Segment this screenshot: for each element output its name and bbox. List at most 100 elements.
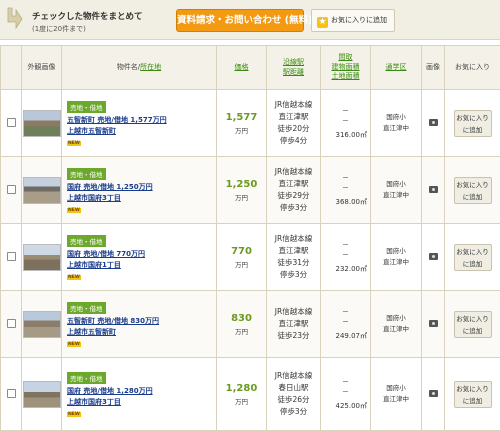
school-district: 国府小 直江津中 xyxy=(370,290,422,358)
sort-land-area-link[interactable]: 土地面積 xyxy=(332,72,360,80)
price-value: 1,577 xyxy=(225,111,258,123)
bulk-action-limit: (1度に20件まで) xyxy=(32,25,86,33)
property-photo[interactable] xyxy=(22,243,61,271)
station-info: JR信越本線 直江津駅徒歩29分停歩3分 xyxy=(266,156,321,224)
add-favorite-button[interactable]: お気に入り に追加 xyxy=(453,310,492,338)
photo-icon[interactable] xyxy=(428,319,438,327)
elementary-school: 国府小 xyxy=(386,113,406,121)
stop-walk: 停歩3分 xyxy=(279,270,308,279)
walk-time: 徒歩29分 xyxy=(277,191,310,200)
photo-icon[interactable] xyxy=(428,118,438,126)
price-unit: 万円 xyxy=(235,260,248,269)
property-address-link[interactable]: 上越市国府3丁目 xyxy=(67,397,216,408)
col-checkbox xyxy=(0,45,22,90)
property-address-link[interactable]: 上越市五智新町 xyxy=(67,327,216,338)
sort-address-link[interactable]: 所在地 xyxy=(140,63,161,71)
row-checkbox[interactable] xyxy=(6,251,16,261)
new-badge: NEW xyxy=(67,274,81,280)
add-favorite-button[interactable]: お気に入り に追加 xyxy=(453,380,492,408)
add-favorite-label: お気に入り xyxy=(456,247,489,256)
elementary-school: 国府小 xyxy=(386,314,406,322)
sort-price-link[interactable]: 価格 xyxy=(216,45,267,90)
table-row: 売地・借地 国府 売地/借地 1,250万円 上越市国府3丁目 NEW 1,25… xyxy=(0,156,500,224)
land-area-value: 368.00㎡ xyxy=(335,198,368,206)
property-photo[interactable] xyxy=(22,109,61,137)
row-checkbox[interactable] xyxy=(6,117,16,127)
table-row: 売地・借地 五智新町 売地/借地 1,577万円 上越市五智新町 NEW 1,5… xyxy=(0,89,500,157)
property-address-link[interactable]: 上越市国府1丁目 xyxy=(67,260,216,271)
building-area-value: － xyxy=(342,251,349,259)
photo-icon[interactable] xyxy=(428,252,438,260)
new-badge: NEW xyxy=(67,207,81,213)
junior-high-school: 直江津中 xyxy=(383,191,409,199)
new-badge: NEW xyxy=(67,341,81,347)
add-favorite-button[interactable]: お気に入り に追加 xyxy=(453,243,492,271)
elementary-school: 国府小 xyxy=(386,247,406,255)
photo-icon[interactable] xyxy=(428,185,438,193)
walk-time: 徒歩20分 xyxy=(277,124,310,133)
price-value: 830 xyxy=(231,312,252,324)
station-info: JR信越本線 直江津駅 徒歩20分 停歩4分 xyxy=(266,89,321,157)
sort-station-link[interactable]: 沿線駅 xyxy=(283,58,304,66)
col-photo: 画像 xyxy=(421,45,445,90)
building-area-value: － xyxy=(342,318,349,326)
walk-time: 徒歩23分 xyxy=(277,331,310,340)
corner-arrow-icon xyxy=(7,7,23,30)
stop-walk: 停歩3分 xyxy=(279,407,308,416)
row-checkbox[interactable] xyxy=(6,388,16,398)
property-title-link[interactable]: 五智新町 売地/借地 830万円 xyxy=(67,316,216,327)
layout-value: － xyxy=(342,107,349,115)
elementary-school: 国府小 xyxy=(386,384,406,392)
new-badge: NEW xyxy=(67,140,81,146)
table-row: 売地・借地 国府 売地/借地 1,280万円 上越市国府3丁目 NEW 1,28… xyxy=(0,357,500,431)
add-favorite-label-2: に追加 xyxy=(462,326,483,335)
add-favorites-button[interactable]: ★ お気に入りに追加 xyxy=(311,9,395,32)
property-title-link[interactable]: 国府 売地/借地 1,280万円 xyxy=(67,386,216,397)
photo-icon[interactable] xyxy=(428,389,438,397)
layout-value: － xyxy=(342,378,349,386)
station-line: JR信越本線 xyxy=(274,167,313,176)
add-favorite-button[interactable]: お気に入り に追加 xyxy=(453,176,492,204)
stop-walk: 停歩3分 xyxy=(279,203,308,212)
building-area-value: － xyxy=(342,184,349,192)
col-name: 物件名/所在地 xyxy=(61,45,217,90)
property-address-link[interactable]: 上越市五智新町 xyxy=(67,126,216,137)
sort-building-area-link[interactable]: 建物面積 xyxy=(332,63,360,71)
add-favorite-label-2: に追加 xyxy=(462,192,483,201)
layout-value: － xyxy=(342,241,349,249)
sort-layout-link[interactable]: 間取 xyxy=(339,53,353,61)
layout-value: － xyxy=(342,308,349,316)
property-table: 外観画像 物件名/所在地 価格 沿線駅 駅距離 間取 建物面積 土地面積 通学区 画像… xyxy=(0,45,500,431)
property-title-link[interactable]: 国府 売地/借地 770万円 xyxy=(67,249,216,260)
station-name: 直江津駅 xyxy=(278,112,309,121)
property-address-link[interactable]: 上越市国府3丁目 xyxy=(67,193,216,204)
add-favorites-label: お気に入りに追加 xyxy=(331,16,387,24)
category-badge: 売地・借地 xyxy=(67,234,106,247)
col-name-label: 物件名/ xyxy=(116,62,141,71)
add-favorite-button[interactable]: お気に入り に追加 xyxy=(453,109,492,137)
property-photo[interactable] xyxy=(22,380,61,408)
request-info-button[interactable]: 資料請求・お問い合わせ (無料) xyxy=(176,9,313,32)
station-info: JR信越本線 春日山駅 徒歩26分 停歩3分 xyxy=(266,357,321,431)
building-area-value: － xyxy=(342,117,349,125)
row-checkbox[interactable] xyxy=(6,318,16,328)
add-favorite-label: お気に入り xyxy=(456,180,489,189)
property-title-link[interactable]: 国府 売地/借地 1,250万円 xyxy=(67,182,216,193)
school-district: 国府小 直江津中 xyxy=(370,156,422,224)
add-favorite-label: お気に入り xyxy=(456,113,489,122)
property-photo[interactable] xyxy=(22,176,61,204)
station-name: 春日山駅 xyxy=(278,383,309,392)
property-title-link[interactable]: 五智新町 売地/借地 1,577万円 xyxy=(67,115,216,126)
category-badge: 売地・借地 xyxy=(67,371,106,384)
station-name: 直江津駅 xyxy=(278,246,309,255)
station-name: 直江津駅 xyxy=(278,179,309,188)
school-district: 国府小 直江津中 xyxy=(370,89,422,157)
bulk-action-title: チェックした物件をまとめて xyxy=(32,12,143,22)
row-checkbox[interactable] xyxy=(6,184,16,194)
sort-school-link[interactable]: 通学区 xyxy=(370,45,422,90)
building-area-value: － xyxy=(342,388,349,396)
category-badge: 売地・借地 xyxy=(67,301,106,314)
sort-distance-link[interactable]: 駅距離 xyxy=(283,68,304,76)
property-photo[interactable] xyxy=(22,310,61,338)
add-favorite-label-2: に追加 xyxy=(462,396,483,405)
